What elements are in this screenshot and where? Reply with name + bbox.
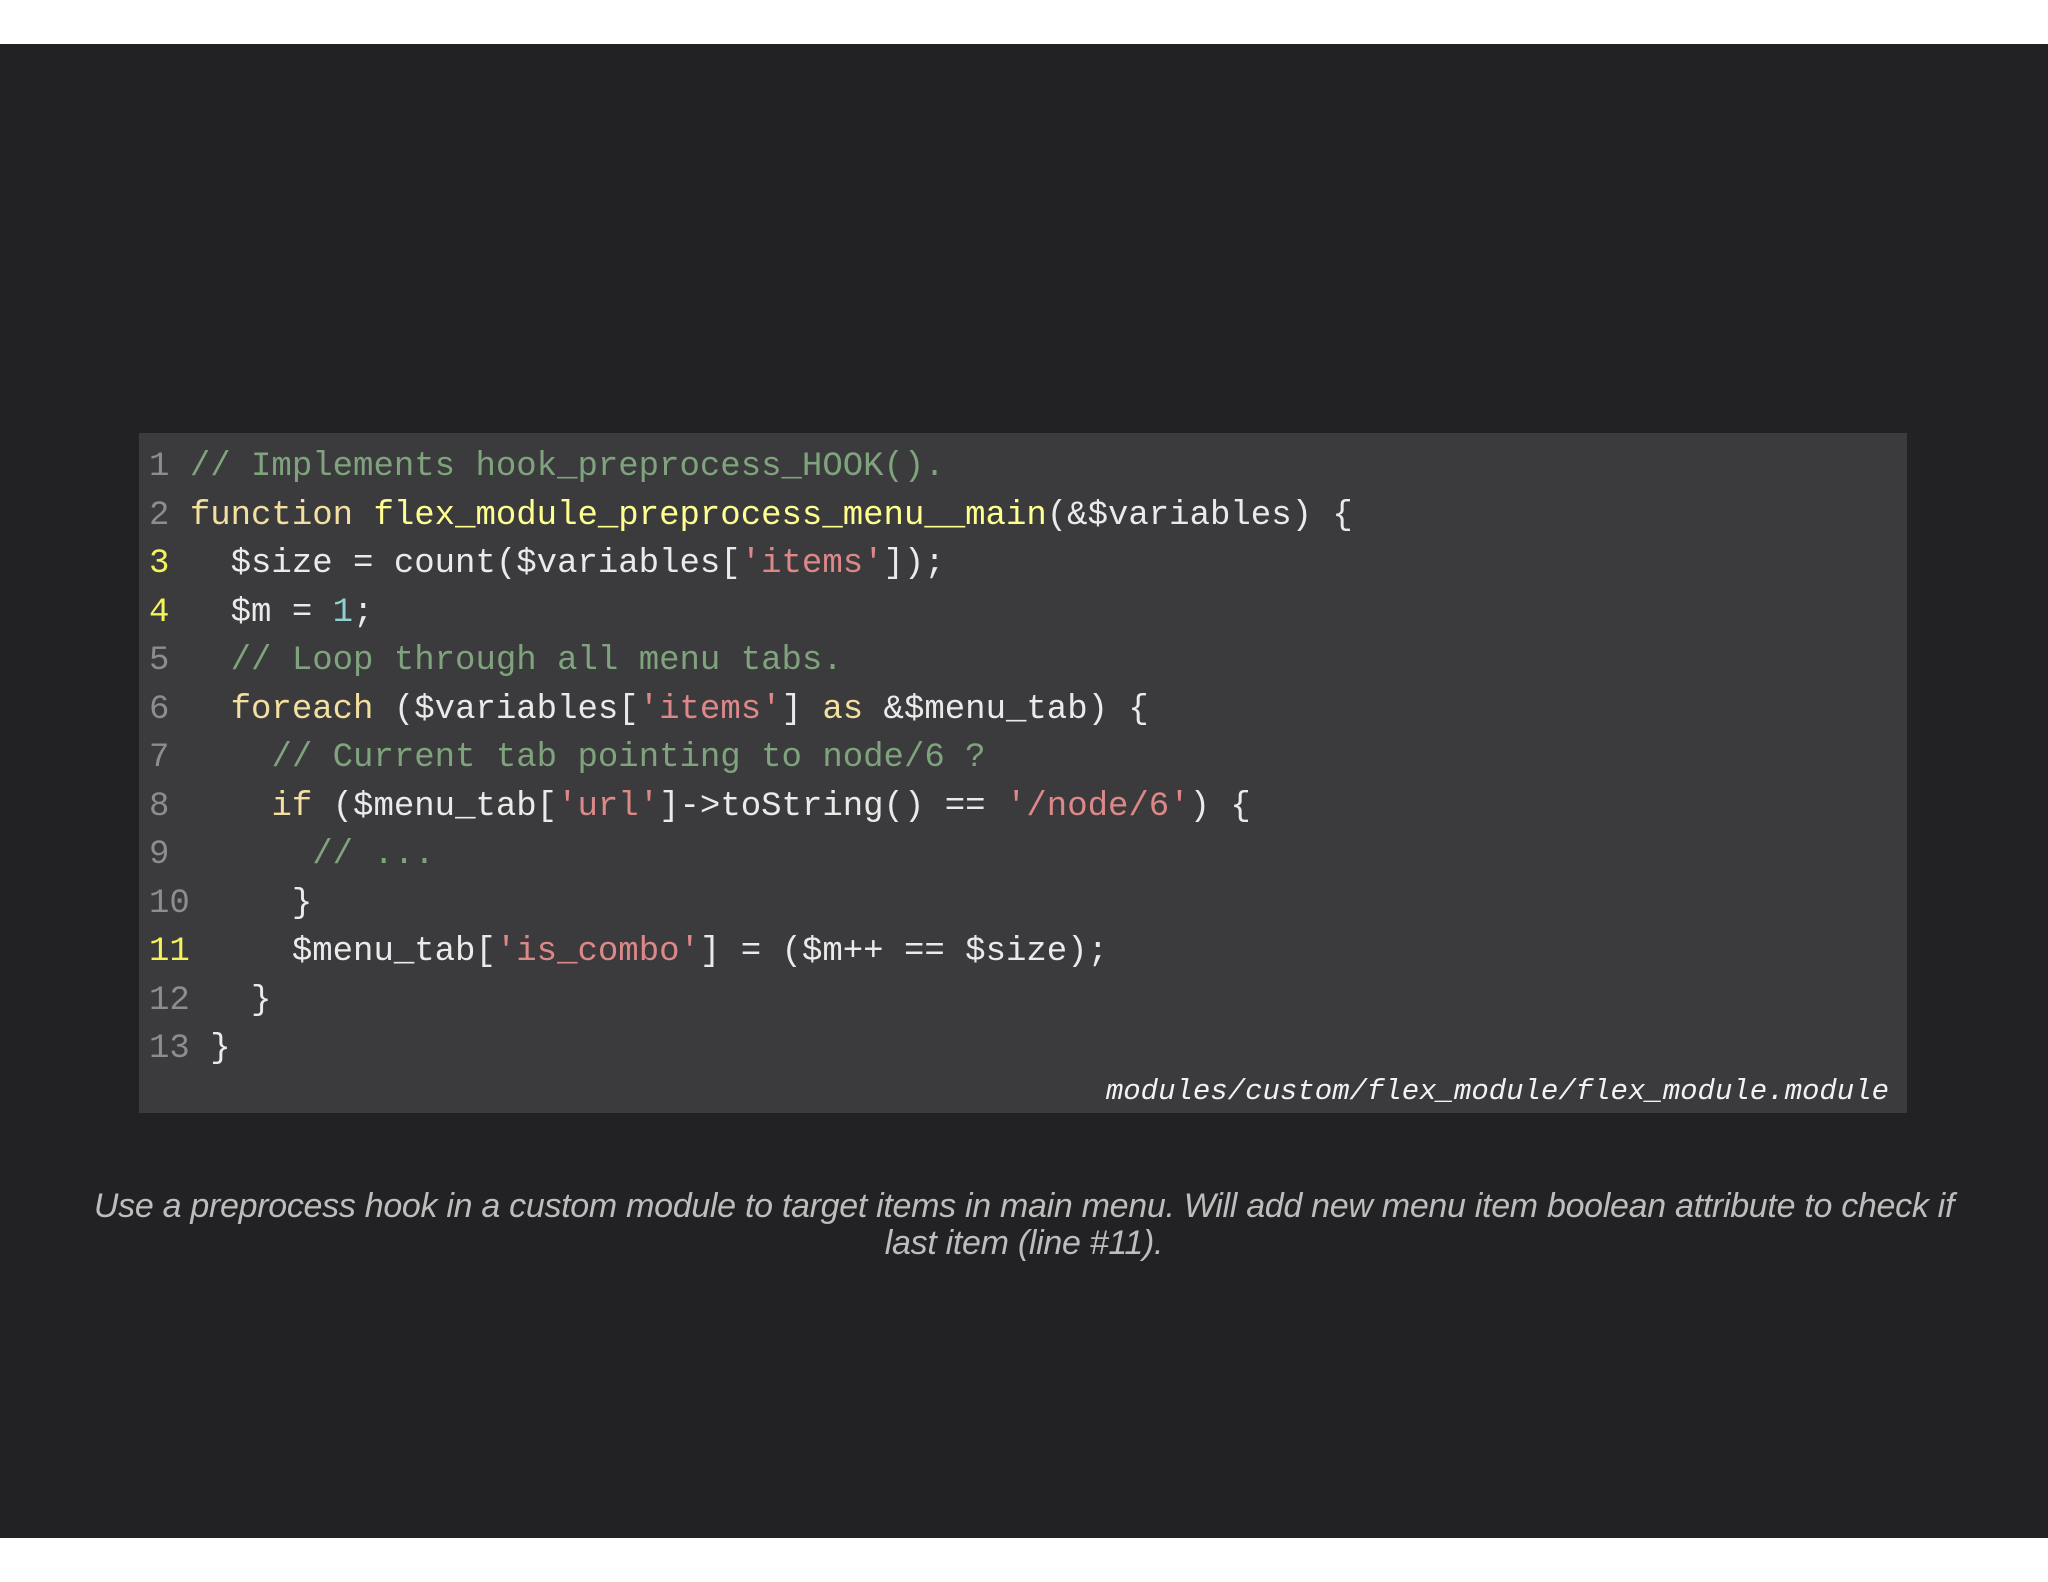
code-line: 7 // Current tab pointing to node/6 ? <box>149 734 1889 783</box>
code-line: 2 function flex_module_preprocess_menu__… <box>149 492 1889 541</box>
code-token-comment: // Implements hook_preprocess_HOOK(). <box>189 448 945 486</box>
code-token-plain: ($menu_tab[ <box>312 787 558 826</box>
code-token-plain: } <box>189 981 272 1020</box>
code-token-plain: ($variables[ <box>373 690 639 729</box>
code-token-plain: } <box>189 884 313 923</box>
code-token-keyword: foreach <box>230 690 374 729</box>
code-line: 4 $m = 1; <box>149 589 1889 638</box>
line-number: 1 <box>149 448 170 486</box>
code-block: 1 // Implements hook_preprocess_HOOK(). 2… <box>139 433 1907 1113</box>
code-token-plain: $size = count($variables[ <box>169 545 741 583</box>
code-line: 13 } <box>149 1025 1889 1074</box>
code-line: 3 $size = count($variables['items']); <box>149 540 1889 589</box>
code-token-keyword: as <box>822 690 864 729</box>
code-token-string: 'items' <box>740 545 884 583</box>
code-token-plain: ] <box>781 690 823 729</box>
line-number: 11 <box>149 933 190 971</box>
code-token-plain: &$menu_tab) { <box>863 690 1149 729</box>
file-path-label: modules/custom/flex_module/flex_module.m… <box>1105 1075 1889 1108</box>
code-token-plain: } <box>189 1030 231 1068</box>
code-token-plain: ) { <box>1189 787 1251 826</box>
line-number: 3 <box>149 545 170 583</box>
code-token-plain: ; <box>353 593 374 632</box>
code-token-fn: flex_module_preprocess_menu__main <box>373 496 1047 535</box>
code-token-keyword: if <box>271 787 313 826</box>
line-number: 2 <box>149 496 170 535</box>
code-line: 10 } <box>149 880 1889 929</box>
code-token-number: 1 <box>332 593 354 632</box>
line-number: 6 <box>149 690 170 729</box>
code-token-string: 'url' <box>557 787 660 826</box>
code-token-string: '/node/6' <box>1005 787 1190 826</box>
line-number: 10 <box>149 884 190 923</box>
code-token-string: 'items' <box>638 690 782 729</box>
code-token-plain: ]->toString() == <box>659 787 1006 826</box>
code-token-plain: $m = <box>169 593 333 632</box>
code-token-keyword: function <box>189 496 354 535</box>
line-number: 9 <box>149 836 170 874</box>
code-line: 9 // ... <box>149 831 1889 880</box>
code-token-string: 'is_combo' <box>495 933 700 971</box>
line-number: 4 <box>149 593 170 632</box>
slide-caption: Use a preprocess hook in a custom module… <box>93 1187 1955 1262</box>
code-token-plain: $menu_tab[ <box>189 933 496 971</box>
code-line: 8 if ($menu_tab['url']->toString() == '/… <box>149 783 1889 832</box>
line-number: 8 <box>149 787 170 826</box>
code-lines: 1 // Implements hook_preprocess_HOOK(). 2… <box>149 443 1889 1074</box>
code-line: 5 // Loop through all menu tabs. <box>149 637 1889 686</box>
line-number: 12 <box>149 981 190 1020</box>
code-token-plain: ]); <box>883 545 945 583</box>
code-line: 12 } <box>149 977 1889 1026</box>
code-line: 1 // Implements hook_preprocess_HOOK(). <box>149 443 1889 492</box>
code-token-plain: ] = ($m++ == $size); <box>699 933 1108 971</box>
code-token-comment: // ... <box>312 836 435 874</box>
line-number: 13 <box>149 1030 190 1068</box>
code-token-comment: // Loop through all menu tabs. <box>230 642 843 680</box>
code-line: 6 foreach ($variables['items'] as &$menu… <box>149 686 1889 735</box>
line-number: 7 <box>149 739 170 777</box>
slide: 1 // Implements hook_preprocess_HOOK(). 2… <box>0 44 2048 1538</box>
line-number: 5 <box>149 642 170 680</box>
code-token-comment: // Current tab pointing to node/6 ? <box>271 739 986 777</box>
code-token-plain: (&$variables) { <box>1046 496 1353 535</box>
code-line: 11 $menu_tab['is_combo'] = ($m++ == $siz… <box>149 928 1889 977</box>
